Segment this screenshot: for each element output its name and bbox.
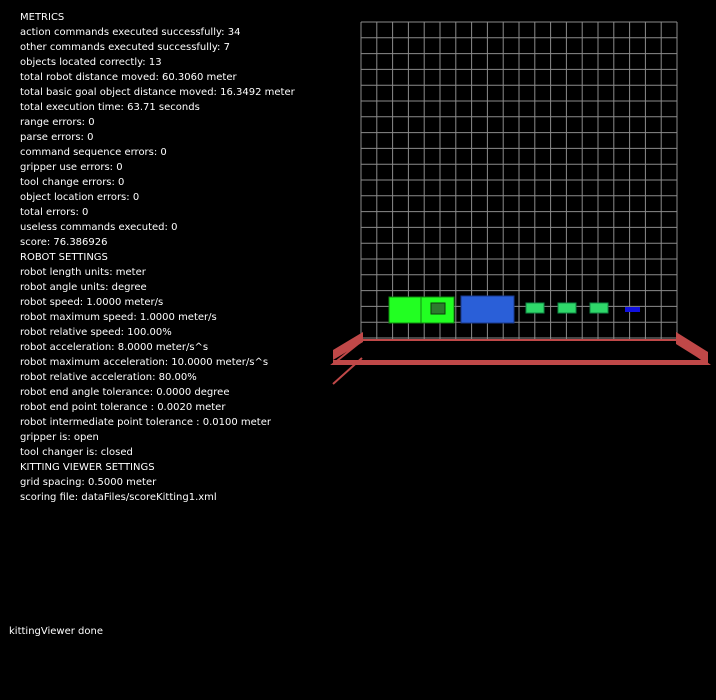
status-message: kittingViewer done xyxy=(9,626,104,637)
green-part-3 xyxy=(589,302,609,314)
table-left-leg xyxy=(333,332,363,360)
work-grid xyxy=(360,21,678,340)
green-part-1 xyxy=(525,302,545,314)
work-table xyxy=(330,332,711,385)
kit-objects xyxy=(388,295,640,324)
green-kit-tray xyxy=(388,296,422,324)
kit-part-slot xyxy=(430,302,446,315)
blue-part xyxy=(625,307,640,312)
green-part-2 xyxy=(557,302,577,314)
blue-kit-tray xyxy=(460,295,515,324)
table-front-rail xyxy=(333,360,708,364)
kitting-3d-view[interactable] xyxy=(0,0,716,700)
table-right-leg xyxy=(676,332,708,364)
